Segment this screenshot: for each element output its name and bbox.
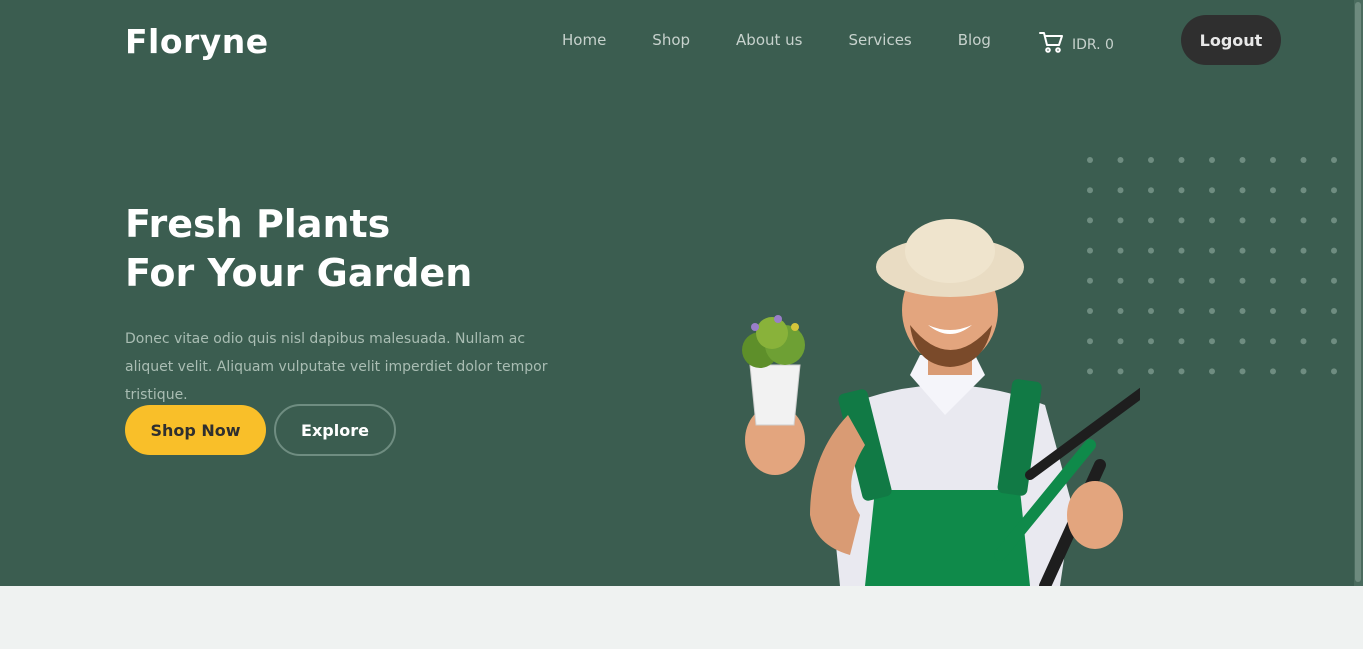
grid-dot [1300, 308, 1307, 314]
grid-dot [1300, 338, 1307, 345]
grid-dot [1300, 247, 1307, 254]
shop-now-button[interactable]: Shop Now [125, 405, 266, 455]
grid-dot [1148, 308, 1154, 314]
grid-dot [1270, 277, 1276, 284]
grid-dot [1239, 217, 1246, 224]
grid-dot [1331, 187, 1337, 194]
hero-headline: Fresh Plants For Your Garden [125, 200, 472, 298]
gardener-image [742, 219, 1140, 586]
grid-dot [1178, 217, 1185, 224]
grid-dot [1331, 247, 1337, 254]
grid-dot [1148, 157, 1154, 163]
grid-dot [1178, 368, 1185, 375]
grid-dot [1148, 338, 1154, 345]
hero-description: Donec vitae odio quis nisl dapibus males… [125, 331, 548, 403]
cart-amount: IDR. 0 [1072, 36, 1114, 53]
grid-dot [1270, 247, 1276, 254]
grid-dot [1148, 368, 1154, 375]
next-section [0, 586, 1363, 649]
grid-dot [1117, 157, 1124, 163]
grid-dot [1148, 277, 1154, 284]
nav-item-blog[interactable]: Blog [958, 31, 991, 49]
grid-dot [1178, 247, 1185, 254]
grid-dot [1178, 338, 1185, 345]
grid-dot [1239, 247, 1246, 254]
grid-dot [1178, 157, 1185, 163]
nav-item-about[interactable]: About us [736, 31, 802, 49]
logout-button[interactable]: Logout [1181, 15, 1281, 65]
grid-dot [1331, 308, 1337, 314]
grid-dot [1300, 277, 1307, 284]
grid-dot [1270, 187, 1276, 194]
grid-dot [1209, 247, 1215, 254]
grid-dot [1331, 338, 1337, 345]
grid-dot [1270, 308, 1276, 314]
grid-dot [1209, 187, 1215, 194]
grid-dot [1331, 157, 1337, 163]
grid-dot [1331, 277, 1337, 284]
brand-logo[interactable]: Floryne [125, 22, 269, 61]
grid-dot [1239, 338, 1246, 345]
grid-dot [1087, 157, 1093, 163]
grid-dot [1209, 368, 1215, 375]
grid-dot [1239, 277, 1246, 284]
grid-dot [1270, 368, 1276, 375]
grid-dot [1239, 308, 1246, 314]
grid-dot [1148, 187, 1154, 194]
nav-item-home[interactable]: Home [562, 31, 606, 49]
grid-dot [1239, 157, 1246, 163]
main-nav: Home Shop About us Services Blog [540, 31, 1037, 49]
grid-dot [1270, 217, 1276, 224]
nav-item-services[interactable]: Services [848, 31, 911, 49]
grid-dot [1178, 277, 1185, 284]
grid-dot [1117, 187, 1124, 194]
grid-dot [1270, 157, 1276, 163]
grid-dot [1239, 368, 1246, 375]
grid-dot [1300, 217, 1307, 224]
hero-headline-line1: Fresh Plants [125, 202, 391, 246]
scrollbar-thumb[interactable] [1355, 2, 1361, 582]
nav-item-shop[interactable]: Shop [652, 31, 690, 49]
grid-dot [1331, 368, 1337, 375]
grid-dot [1178, 308, 1185, 314]
grid-dot [1087, 187, 1093, 194]
grid-dot [1178, 187, 1185, 194]
explore-button[interactable]: Explore [274, 404, 396, 456]
grid-dot [1209, 217, 1215, 224]
grid-dot [1270, 338, 1276, 345]
grid-dot [1300, 187, 1307, 194]
grid-dot [1331, 217, 1337, 224]
grid-dot [1300, 368, 1307, 375]
grid-dot [1239, 187, 1246, 194]
grid-dot [1209, 308, 1215, 314]
grid-dot [1209, 277, 1215, 284]
grid-dot [1209, 338, 1215, 345]
hero-headline-line2: For Your Garden [125, 251, 473, 295]
cart-icon [1038, 29, 1064, 60]
cart-button[interactable]: IDR. 0 [1038, 29, 1114, 60]
grid-dot [1148, 247, 1154, 254]
grid-dot [1300, 157, 1307, 163]
grid-dot [1209, 157, 1215, 163]
grid-dot [1148, 217, 1154, 224]
